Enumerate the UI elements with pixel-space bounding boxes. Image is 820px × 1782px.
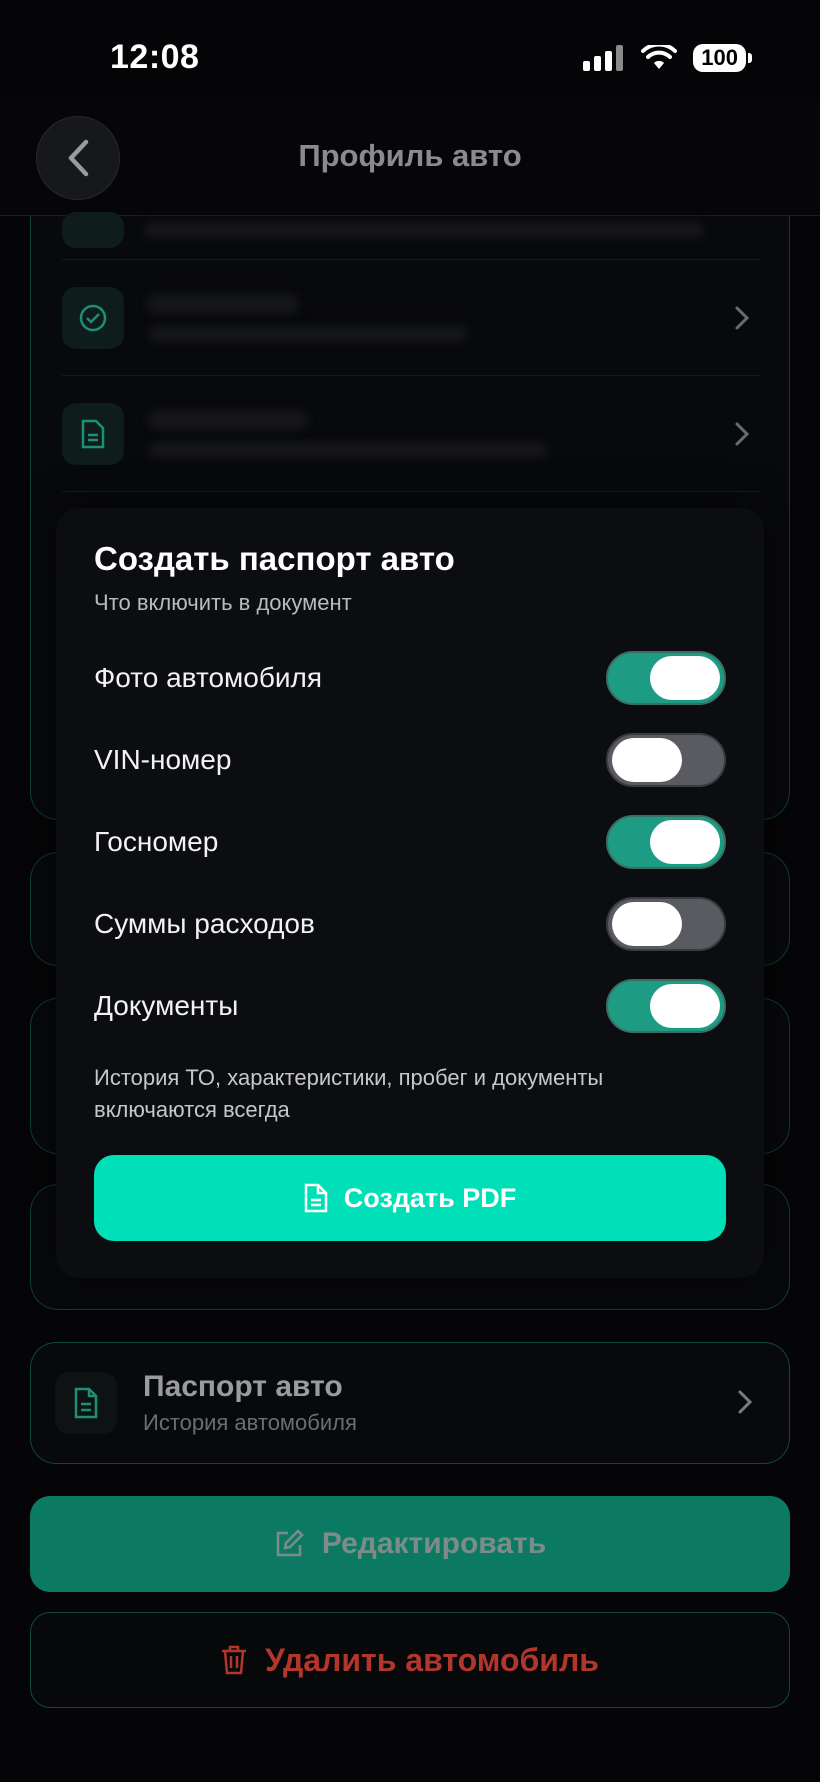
toggle-expenses[interactable] [606, 897, 726, 951]
trash-icon [222, 1645, 247, 1675]
create-pdf-label: Создать PDF [343, 1182, 517, 1213]
delete-button[interactable]: Удалить автомобиль [30, 1612, 790, 1708]
sheet-title: Создать паспорт авто [94, 540, 455, 577]
create-pdf-button[interactable]: Создать PDF [94, 1155, 726, 1241]
wifi-icon [641, 45, 678, 69]
status-icons: 100 [583, 44, 752, 72]
option-row-documents: Документы [94, 978, 726, 1034]
battery-indicator: 100 [693, 44, 752, 72]
passport-card-subtitle: История автомобиля [143, 1410, 357, 1435]
delete-button-label: Удалить автомобиль [265, 1641, 599, 1678]
chevron-right-icon [735, 422, 750, 445]
status-time: 12:08 [110, 38, 200, 76]
option-row-photo: Фото автомобиля [94, 650, 726, 706]
list-item [62, 200, 760, 260]
passport-card-title: Паспорт авто [143, 1370, 343, 1403]
list-item [62, 260, 760, 376]
option-row-plate: Госномер [94, 814, 726, 870]
edit-icon [276, 1529, 304, 1557]
list-item [62, 376, 760, 492]
sheet-note: История ТО, характеристики, пробег и док… [94, 1065, 604, 1122]
toggle-photo[interactable] [606, 651, 726, 705]
toggle-plate[interactable] [606, 815, 726, 869]
sheet-subtitle: Что включить в документ [94, 590, 352, 615]
edit-button[interactable]: Редактировать [30, 1496, 790, 1592]
option-label: VIN-номер [94, 744, 232, 775]
option-label: Документы [94, 990, 239, 1021]
option-row-expenses: Суммы расходов [94, 896, 726, 952]
list-item-icon [62, 211, 124, 248]
chevron-right-icon [738, 1390, 753, 1414]
option-label: Фото автомобиля [94, 662, 323, 693]
document-icon [304, 1183, 327, 1213]
option-row-vin: VIN-номер [94, 732, 726, 788]
passport-card[interactable]: Паспорт авто История автомобиля [30, 1342, 790, 1464]
toggle-documents[interactable] [606, 979, 726, 1033]
document-icon [55, 1372, 117, 1434]
signal-icon [583, 45, 624, 71]
option-label: Госномер [94, 826, 219, 857]
toggle-vin[interactable] [606, 733, 726, 787]
edit-button-label: Редактировать [321, 1527, 547, 1560]
page-title: Профиль авто [298, 138, 522, 173]
check-circle-icon [62, 286, 124, 349]
document-icon [62, 402, 124, 465]
chevron-right-icon [735, 306, 750, 329]
option-label: Суммы расходов [94, 908, 315, 939]
